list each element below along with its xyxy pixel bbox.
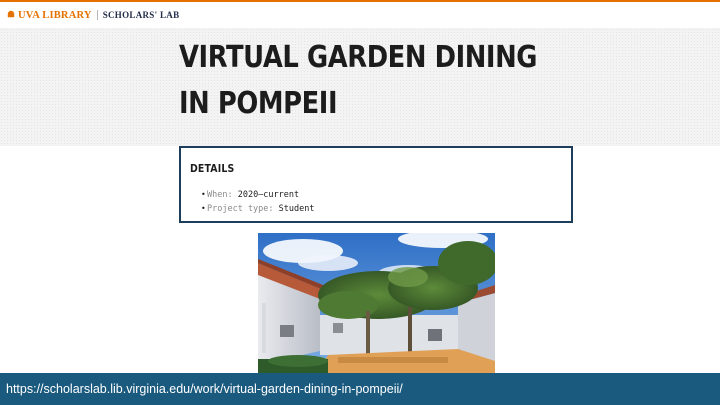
- project-url-link[interactable]: https://scholarslab.lib.virginia.edu/wor…: [6, 382, 403, 396]
- rotunda-icon: [7, 10, 15, 18]
- details-heading: DETAILS: [190, 162, 235, 175]
- detail-value: Student: [278, 204, 315, 214]
- logo-divider: [96, 10, 98, 20]
- details-card: DETAILS •When: 2020–current •Project typ…: [179, 146, 573, 223]
- detail-key: Project type:: [207, 204, 274, 214]
- page-title: VIRTUAL GARDEN DINING IN POMPEII: [179, 40, 538, 121]
- detail-item-when: •When: 2020–current: [201, 190, 300, 200]
- uva-library-logo[interactable]: UVA LIBRARY: [18, 10, 92, 21]
- project-image: [258, 233, 495, 373]
- scholars-lab-logo[interactable]: SCHOLARS' LAB: [103, 10, 180, 20]
- site-header: UVA LIBRARY SCHOLARS' LAB: [0, 2, 720, 28]
- detail-key: When:: [207, 190, 233, 200]
- details-list: •When: 2020–current •Project type: Stude…: [201, 188, 314, 216]
- virtual-garden-scene: [258, 233, 495, 373]
- url-caption-bar: https://scholarslab.lib.virginia.edu/wor…: [0, 373, 720, 405]
- detail-item-project-type: •Project type: Student: [201, 204, 315, 214]
- detail-value: 2020–current: [237, 190, 300, 200]
